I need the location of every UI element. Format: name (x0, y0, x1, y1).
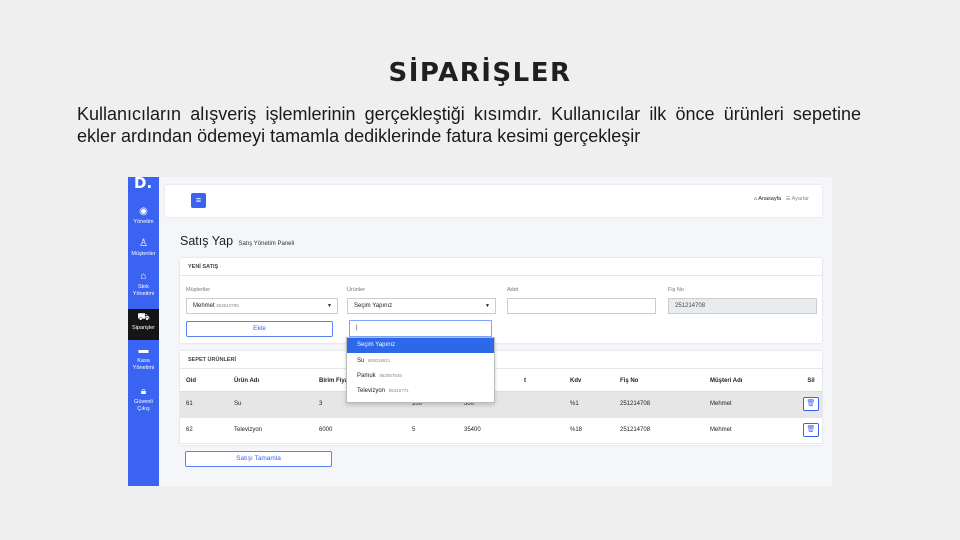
products-label: Ürünler (347, 287, 366, 293)
sidebar-item-cikis[interactable]: 🔒︎ Güvenli Çıkış (128, 386, 159, 413)
chevron-down-icon: ▼ (485, 303, 490, 309)
column-header: Oid (180, 371, 228, 392)
qty-input[interactable] (507, 298, 656, 314)
cell-price: 6000 (313, 417, 406, 444)
cash-register-icon: ▬ (138, 345, 149, 356)
option-name: Su (357, 358, 365, 364)
products-dropdown: Seçim Yapınız Su 863016811 Pamuk 8630575… (346, 337, 495, 403)
dropdown-option[interactable]: Seçim Yapınız (347, 338, 494, 353)
option-name: Seçim Yapınız (357, 342, 396, 348)
trash-icon: 🗑︎ (806, 426, 816, 433)
cell-product: Televizyon (228, 417, 313, 444)
option-code: 863016811 (368, 358, 391, 363)
basket-icon: ⌂ (140, 271, 147, 282)
new-sale-header: YENİ SATIŞ (180, 258, 822, 276)
product-search-input[interactable]: | (349, 320, 492, 337)
cell-receipt: 251214708 (614, 417, 704, 444)
sidebar-item-yonetim[interactable]: ◉ Yönetim (128, 206, 159, 226)
cell-qty: 5 (406, 417, 458, 444)
cart-card: SEPET ÜRÜNLERİ Oid Ürün Adı Birim Fiyat … (180, 351, 822, 445)
cell-customer: Mehmet (704, 417, 794, 444)
chevron-down-icon: ▼ (327, 303, 332, 309)
sidebar-item-label: Siparişler (132, 325, 155, 331)
sidebar-item-siparisler[interactable]: ⛟ Siparişler (128, 309, 159, 340)
cell-oid: 62 (180, 417, 228, 444)
products-select[interactable]: Seçim Yapınız ▼ (347, 298, 496, 314)
sidebar-item-kasa[interactable]: ▬ Kasa Yönetimi (128, 345, 159, 372)
cell-customer: Mehmet (704, 391, 794, 418)
sidebar-item-label: Müşteriler (131, 251, 156, 257)
sidebar-item-label: Yönetim (133, 219, 154, 225)
option-code: 85415771 (388, 388, 409, 393)
sidebar-item-stok[interactable]: ⌂ Stok Yönetimi (128, 271, 159, 298)
sidebar-item-label: Stok Yönetimi (132, 284, 155, 297)
option-name: Pamuk (357, 373, 376, 379)
receipt-label: Fiş No (668, 287, 684, 293)
add-button[interactable]: Ekle (186, 321, 333, 337)
hamburger-icon: ≡ (195, 195, 202, 205)
settings-icon: ☰ (785, 196, 791, 202)
slide-title: SİPARİŞLER (388, 58, 572, 88)
receipt-field: 251214708 (668, 298, 817, 314)
customer-name: Mehmet (193, 303, 215, 309)
table-row: 61 Su 3 100 300 %1 251214708 Mehmet 🗑︎ (180, 391, 822, 418)
sidebar-item-label: Kasa Yönetimi (132, 358, 155, 371)
delete-button[interactable]: 🗑︎ (803, 397, 819, 411)
dropdown-option[interactable]: Su 863016811 (347, 353, 494, 368)
option-code: 863057545 (379, 373, 402, 378)
qty-label: Adet (507, 287, 519, 293)
page-subtitle: Satış Yönetim Paneli (238, 241, 295, 247)
app-screenshot: D. ◉ Yönetim ♙ Müşteriler ⌂ Stok Yönetim… (128, 177, 832, 486)
dropdown-option[interactable]: Televizyon 85415771 (347, 383, 494, 398)
settings-link[interactable]: Ayarlar (792, 196, 809, 202)
products-selected: Seçim Yapınız (354, 303, 393, 309)
customer-code: 862610790 (216, 303, 239, 308)
delete-button[interactable]: 🗑︎ (803, 423, 819, 437)
customer-label: Müşteriler (186, 287, 211, 293)
cell-oid: 61 (180, 391, 228, 418)
new-sale-card: YENİ SATIŞ Müşteriler Mehmet 862610790 ▼… (180, 258, 822, 343)
dropdown-option[interactable]: Pamuk 863057545 (347, 368, 494, 383)
column-header: Kdv (564, 371, 614, 392)
dashboard-icon: ◉ (139, 206, 148, 217)
slide-description: Kullanıcıların alışveriş işlemlerinin ge… (77, 104, 861, 146)
cart-header: SEPET ÜRÜNLERİ (180, 351, 822, 369)
user-icon: ♙ (139, 238, 148, 249)
cell-kdv: %1 (564, 391, 614, 418)
option-name: Televizyon (357, 388, 386, 394)
cell-kdv: %18 (564, 417, 614, 444)
home-link[interactable]: Anasayfa (758, 196, 781, 202)
sidebar-item-musteriler[interactable]: ♙ Müşteriler (128, 238, 159, 258)
home-icon: ⌂ (753, 196, 758, 202)
cart-icon: ⛟ (137, 312, 150, 323)
page-title-text: Satış Yap (180, 234, 234, 248)
cart-table: Oid Ürün Adı Birim Fiyat t Kdv Fiş No Mü… (180, 371, 822, 444)
customer-select[interactable]: Mehmet 862610790 ▼ (186, 298, 338, 314)
table-row: 62 Televizyon 6000 5 35400 %18 251214708… (180, 417, 822, 444)
sidebar: D. ◉ Yönetim ♙ Müşteriler ⌂ Stok Yönetim… (128, 177, 159, 486)
sidebar-item-label: Güvenli Çıkış (134, 399, 153, 412)
complete-sale-button[interactable]: Satışı Tamamla (185, 451, 332, 467)
cell-total: 35400 (458, 417, 564, 444)
trash-icon: 🗑︎ (806, 400, 816, 407)
logo: D. (134, 177, 153, 192)
table-header-row: Oid Ürün Adı Birim Fiyat t Kdv Fiş No Mü… (180, 371, 822, 392)
lock-icon: 🔒︎ (140, 386, 147, 397)
cell-receipt: 251214708 (614, 391, 704, 418)
page-title: Satış Yap Satış Yönetim Paneli (180, 234, 294, 248)
column-header: Fiş No (614, 371, 704, 392)
column-header: Sil (794, 371, 822, 392)
topbar: ≡ ⌂ Anasayfa ☰Ayarlar (165, 185, 822, 217)
column-header: Ürün Adı (228, 371, 313, 392)
menu-toggle-button[interactable]: ≡ (191, 193, 206, 208)
column-header: Müşteri Adı (704, 371, 794, 392)
cell-product: Su (228, 391, 313, 418)
top-nav: ⌂ Anasayfa ☰Ayarlar (754, 196, 809, 202)
